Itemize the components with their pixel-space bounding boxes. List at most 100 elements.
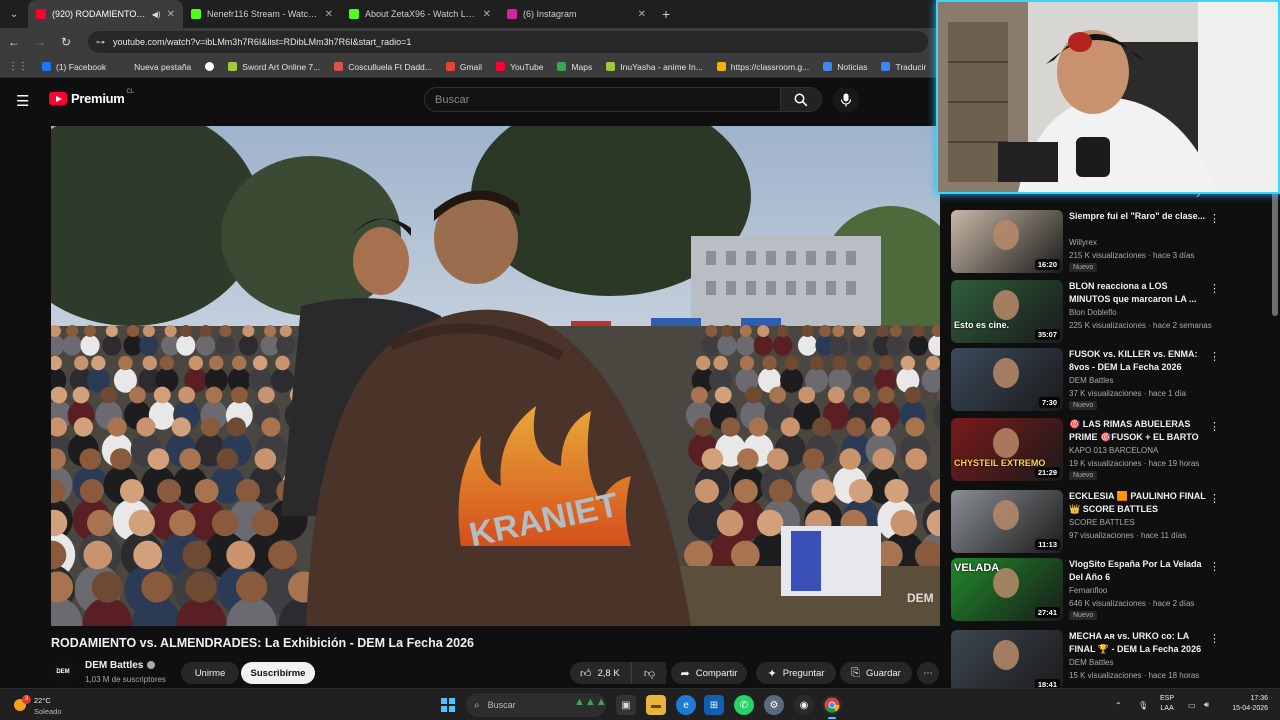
tray-mic-icon[interactable]: 🎙︎	[1138, 689, 1148, 720]
task-view-icon[interactable]: ▣	[616, 695, 636, 715]
bookmark-item[interactable]: InuYasha - anime In...	[606, 62, 703, 72]
store-icon[interactable]: ⊞	[704, 695, 724, 715]
close-tab-icon[interactable]: ✕	[638, 9, 646, 20]
settings-gear-icon[interactable]: ⚙	[764, 695, 784, 715]
ask-button[interactable]: ✦ Preguntar	[756, 662, 836, 684]
close-tab-icon[interactable]: ✕	[325, 9, 333, 20]
join-button[interactable]: Unirme	[181, 662, 239, 684]
recommendation-item[interactable]: Esto es cine. 35:07 BLON reacciona a LOS M…	[951, 280, 1221, 344]
recommendation-item[interactable]: VELADA 27:41 VlogSito España Por La Velada…	[951, 558, 1221, 622]
more-options-icon[interactable]: ⋮	[1209, 282, 1220, 295]
recommendation-item[interactable]: 18:41 MECHA ᴀʀ vs. URKO ᴄᴏ: LA FINAL 🏆 - …	[951, 630, 1221, 688]
video-player[interactable]: KRANIET DEM	[51, 126, 940, 626]
network-icon[interactable]: ▭	[1188, 689, 1196, 720]
recommendation-channel[interactable]: DEM Battles	[1069, 376, 1113, 385]
page-scrollbar[interactable]	[1272, 186, 1278, 316]
more-options-icon[interactable]: ⋮	[1209, 420, 1220, 433]
tab-kick-zetax[interactable]: About ZetaX96 - Watch Live on ✕	[341, 0, 499, 28]
edge-browser-icon[interactable]: e	[676, 695, 696, 715]
taskbar-search[interactable]: ⌕ Buscar ▲▲▲	[466, 693, 607, 717]
tab-instagram[interactable]: (6) Instagram ✕	[499, 0, 654, 28]
file-explorer-icon[interactable]: ▬	[646, 695, 666, 715]
video-thumbnail[interactable]: VELADA 27:41	[951, 558, 1063, 621]
tab-kick-nenefr[interactable]: Nenefr116 Stream - Watch Live ✕	[183, 0, 341, 28]
weather-widget[interactable]: 3 22°C Soleado	[10, 693, 70, 717]
bookmark-item[interactable]: YouTube	[496, 62, 543, 72]
address-bar[interactable]: ⊶ youtube.com/watch?v=ibLMm3h7R6I&list=R…	[88, 31, 928, 53]
video-thumbnail[interactable]: 7:30	[951, 348, 1063, 411]
more-actions-button[interactable]: ⋯	[917, 662, 939, 684]
voice-search-button[interactable]	[833, 87, 859, 113]
recommendation-title[interactable]: BLON reacciona a LOS MINUTOS que marcaro…	[1069, 280, 1207, 305]
more-options-icon[interactable]: ⋮	[1209, 492, 1220, 505]
tab-search-icon[interactable]: ⌄	[0, 0, 28, 28]
menu-icon[interactable]: ☰	[16, 92, 29, 110]
whatsapp-icon[interactable]: ✆	[734, 695, 754, 715]
system-clock[interactable]: 17:36 15-04-2026	[1222, 694, 1268, 714]
recommendation-item[interactable]: 7:30 FUSOK vs. KILLER vs. ENMA: 8vos - DE…	[951, 348, 1221, 412]
close-tab-icon[interactable]: ✕	[167, 9, 175, 20]
share-button[interactable]: ➦ Compartir	[671, 662, 747, 684]
reload-icon[interactable]: ↻	[54, 30, 78, 54]
crowd-person-head	[848, 479, 873, 503]
bookmark-item[interactable]: Noticias	[823, 62, 867, 72]
recommendation-title[interactable]: Siempre fui el "Raro" de clase...	[1069, 210, 1207, 223]
bookmark-item[interactable]: Maps	[557, 62, 592, 72]
crowd-person-head	[279, 325, 292, 337]
video-thumbnail[interactable]: 16:20	[951, 210, 1063, 273]
new-tab-icon[interactable]: +	[662, 6, 670, 22]
site-info-icon[interactable]: ⊶	[96, 37, 105, 48]
recommendation-title[interactable]: MECHA ᴀʀ vs. URKO ᴄᴏ: LA FINAL 🏆 - DEM L…	[1069, 630, 1207, 655]
recommendation-item[interactable]: 11:13 ECKLESIA 🟧 PAULINHO FINAL 👑 SCORE B…	[951, 490, 1221, 554]
bookmark-favicon-icon	[334, 62, 344, 71]
channel-avatar[interactable]: DEM	[51, 660, 75, 684]
recommendation-channel[interactable]: DEM Battles	[1069, 658, 1113, 667]
forward-arrow-icon[interactable]: →	[28, 30, 52, 54]
bookmark-item[interactable]: Cosculluela Ft Dadd...	[334, 62, 432, 72]
save-button[interactable]: ⎘ Guardar	[840, 662, 912, 684]
recommendation-channel[interactable]: Willyrex	[1069, 238, 1097, 247]
subscribe-button[interactable]: Suscribirme	[241, 662, 315, 684]
apps-grid-icon[interactable]: ⋮⋮	[8, 61, 28, 72]
recommendation-channel[interactable]: Blon Dobleflo	[1069, 308, 1117, 317]
more-options-icon[interactable]: ⋮	[1209, 350, 1220, 363]
video-thumbnail[interactable]: 18:41	[951, 630, 1063, 688]
bookmark-item[interactable]: Gmail	[445, 62, 482, 72]
recommendation-title[interactable]: VlogSito España Por La Velada Del Año 6	[1069, 558, 1207, 583]
recommendation-title[interactable]: FUSOK vs. KILLER vs. ENMA: 8vos - DEM La…	[1069, 348, 1207, 373]
bookmark-item[interactable]: Nueva pestaña	[120, 62, 191, 72]
obs-icon[interactable]: ◉	[794, 695, 814, 715]
search-input[interactable]: Buscar	[424, 87, 781, 112]
bookmark-item[interactable]: Traducir	[881, 62, 926, 72]
recommendation-channel[interactable]: Fernanfloo	[1069, 586, 1107, 595]
tray-chevron-up-icon[interactable]: ⌃	[1115, 689, 1122, 720]
recommendation-item[interactable]: 16:20 Siempre fui el "Raro" de clase... Wi…	[951, 210, 1221, 274]
more-options-icon[interactable]: ⋮	[1209, 212, 1220, 225]
video-thumbnail[interactable]: Esto es cine. 35:07	[951, 280, 1063, 343]
video-thumbnail[interactable]: 11:13	[951, 490, 1063, 553]
bookmark-item[interactable]: https://classroom.g...	[716, 62, 809, 72]
windows-start-icon[interactable]	[441, 698, 455, 712]
back-arrow-icon[interactable]: ←	[2, 30, 26, 54]
more-options-icon[interactable]: ⋮	[1209, 632, 1220, 645]
bookmark-item[interactable]	[205, 62, 215, 71]
recommendation-item[interactable]: CHYSTEIL EXTREMO 21:29 🎯 LAS RIMAS ABUELER…	[951, 418, 1221, 482]
video-thumbnail[interactable]: CHYSTEIL EXTREMO 21:29	[951, 418, 1063, 481]
verified-badge-icon	[147, 661, 156, 669]
tab-youtube[interactable]: (920) RODAMIENTO vs. ALM ◀) ✕	[28, 0, 183, 28]
search-button[interactable]	[781, 87, 822, 112]
chrome-icon[interactable]	[822, 695, 842, 719]
more-options-icon[interactable]: ⋮	[1209, 560, 1220, 573]
youtube-premium-logo[interactable]: Premium CL	[49, 89, 134, 106]
dislike-button[interactable]: 👎︎	[631, 662, 667, 684]
recommendation-title[interactable]: ECKLESIA 🟧 PAULINHO FINAL 👑 SCORE BATTLE…	[1069, 490, 1207, 515]
recommendation-channel[interactable]: SCORE BATTLES	[1069, 518, 1135, 527]
language-indicator[interactable]: ESP LAA	[1160, 694, 1174, 714]
recommendation-channel[interactable]: KAPO 013 BARCELONA	[1069, 446, 1158, 455]
channel-name[interactable]: DEM Battles	[85, 660, 156, 671]
bookmark-item[interactable]: (1) Facebook	[42, 62, 106, 72]
bookmark-item[interactable]: Sword Art Online 7...	[228, 62, 320, 72]
volume-icon[interactable]: 🔊︎	[1204, 689, 1209, 720]
close-tab-icon[interactable]: ✕	[483, 9, 491, 20]
recommendation-title[interactable]: 🎯 LAS RIMAS ABUELERAS PRIME 🎯FUSOK + EL …	[1069, 418, 1207, 443]
